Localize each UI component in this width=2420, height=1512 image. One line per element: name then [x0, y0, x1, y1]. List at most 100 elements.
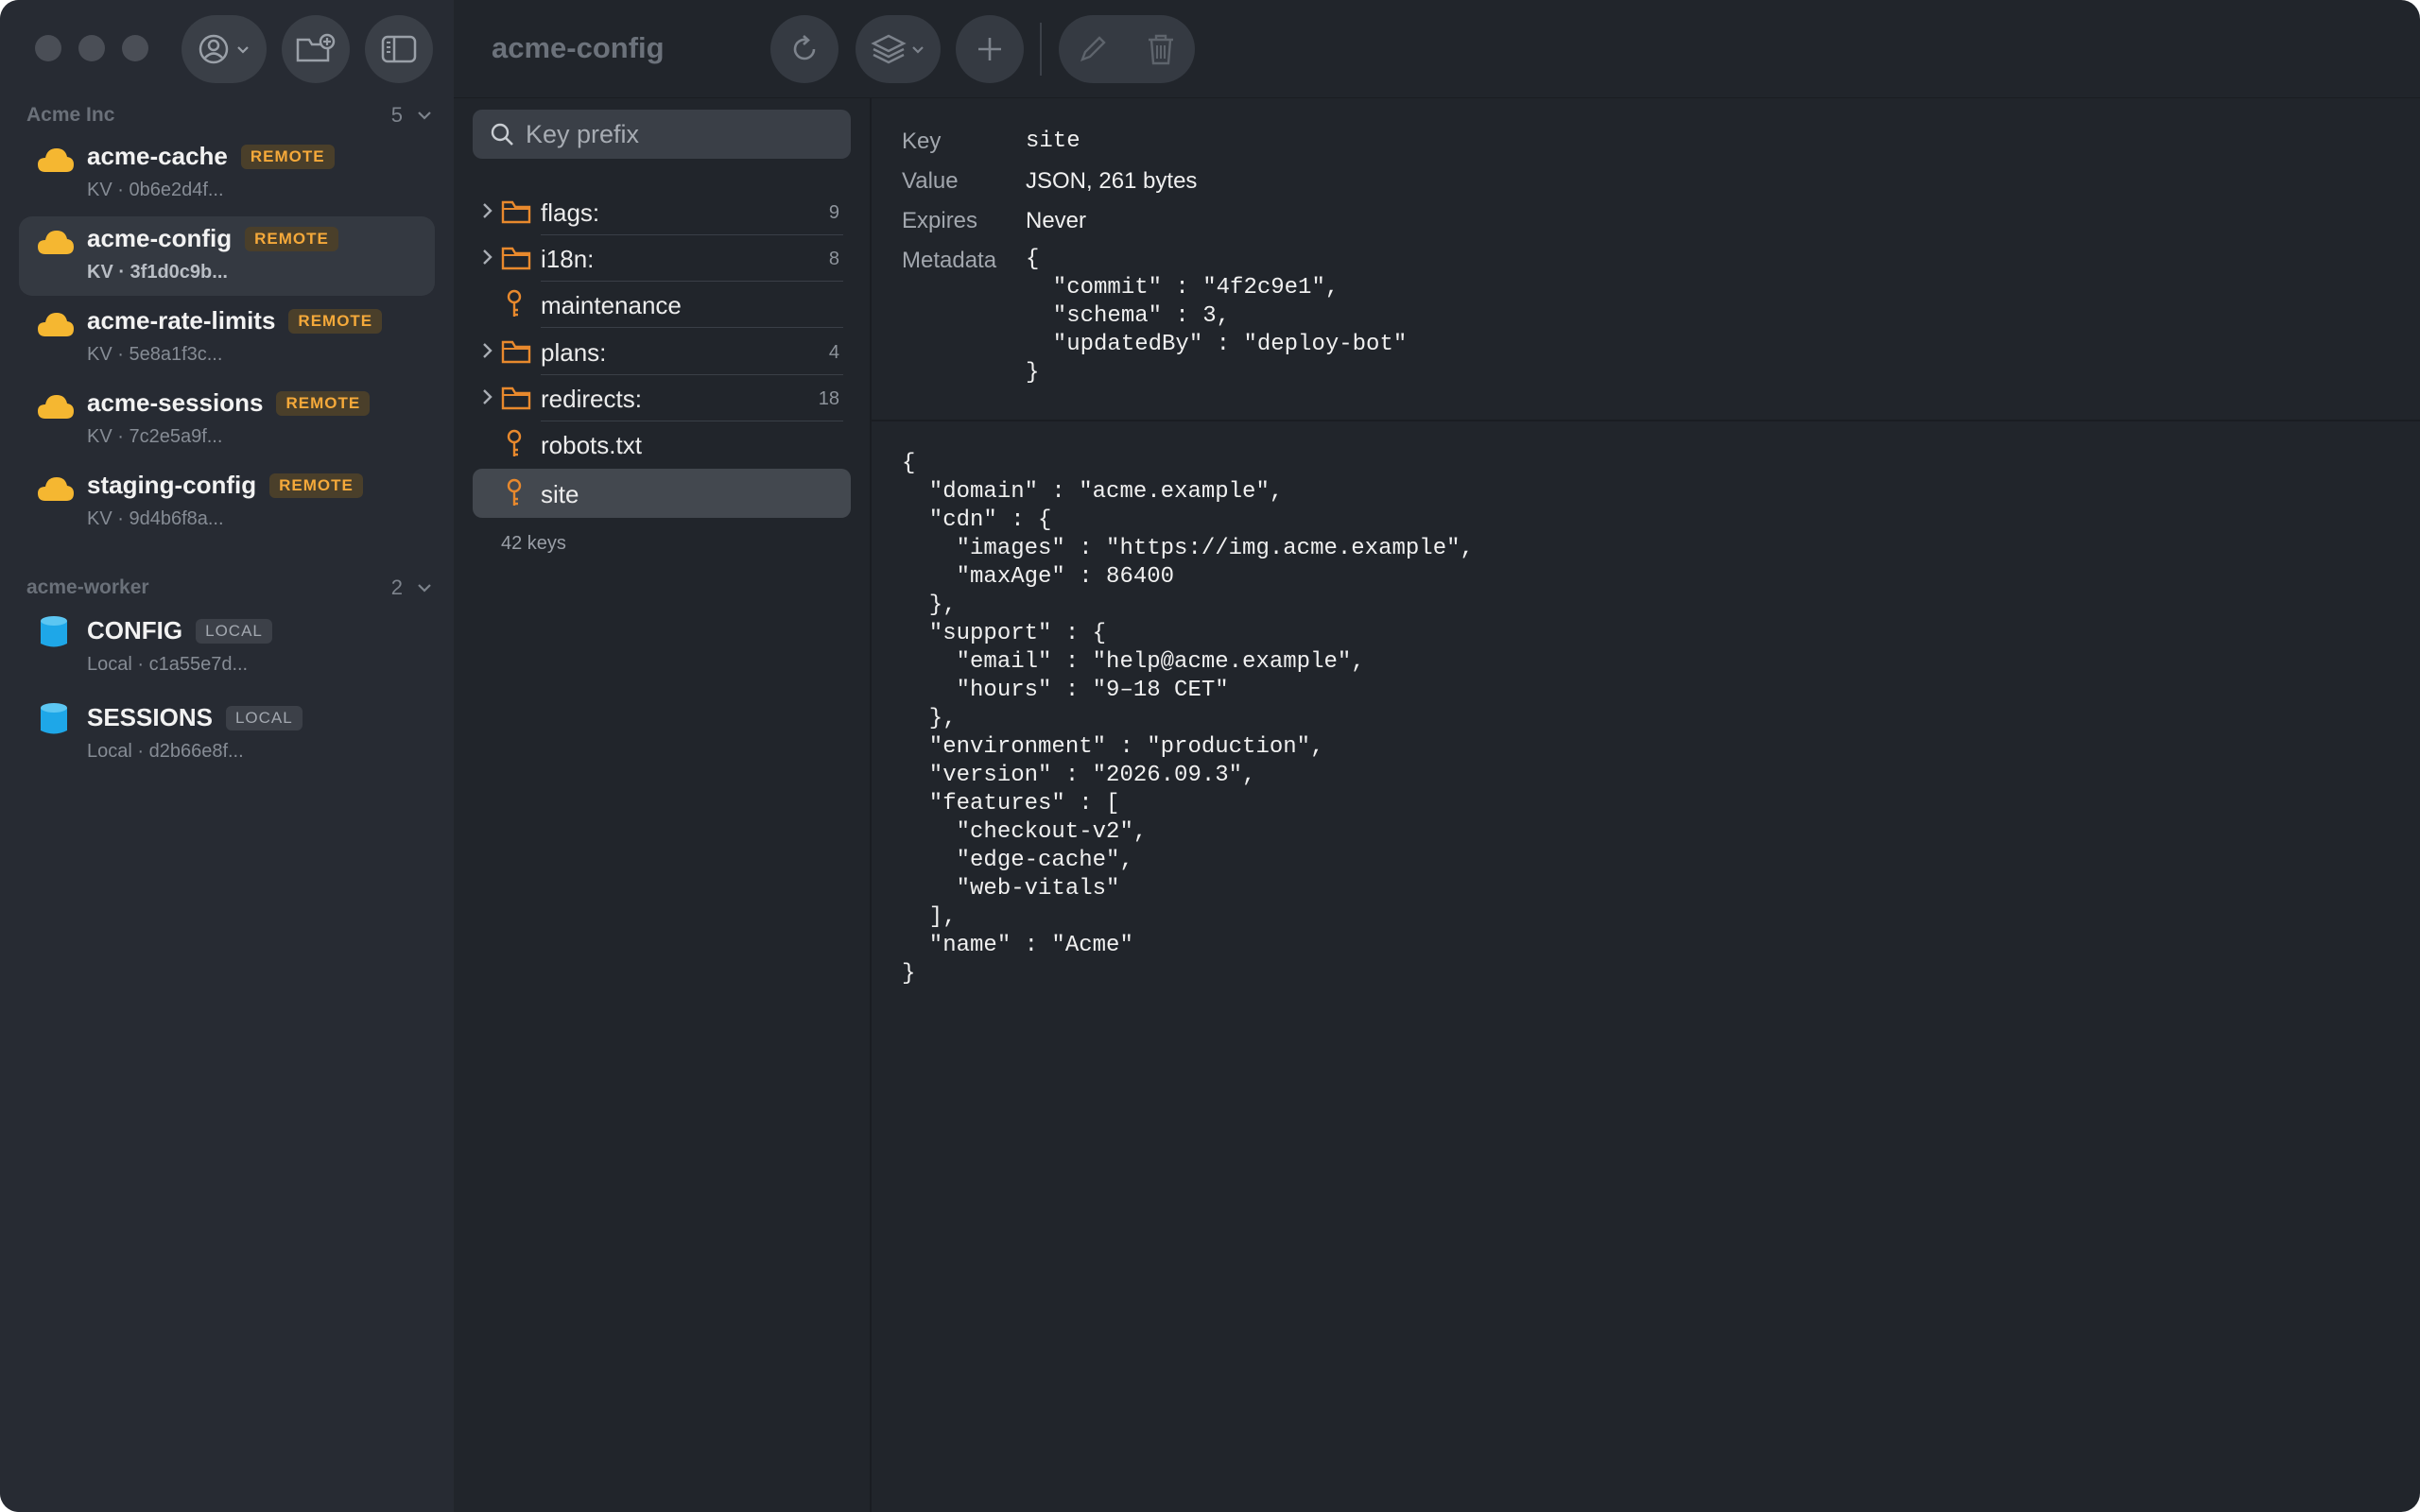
group-header-acme-worker[interactable]: acme-worker 2 [26, 573, 433, 603]
namespace-name: SESSIONS [87, 703, 213, 731]
value-type: JSON, 261 bytes [1026, 168, 1198, 194]
expires-label: Expires [902, 208, 978, 233]
sidebar: Acme Inc 5 acme-cache REMOTE KV · 0b6e2d… [0, 0, 454, 1512]
zoom-window-button[interactable] [122, 35, 148, 61]
namespace-subtitle: Local · c1a55e7d... [87, 654, 249, 675]
search-input[interactable]: Key prefix [526, 120, 639, 149]
key-label: plans: [541, 338, 607, 367]
key-value: site [1026, 129, 1080, 154]
delete-button[interactable] [1127, 15, 1195, 83]
add-icon [978, 38, 1001, 60]
namespace-item-config[interactable]: CONFIG LOCAL Local · c1a55e7d... [19, 609, 435, 688]
key-icon [507, 429, 522, 456]
edit-delete-group [1059, 15, 1195, 83]
group-name: acme-worker [26, 576, 149, 598]
chevron-right-icon [483, 389, 493, 404]
key-label: flags: [541, 198, 600, 227]
key-detail-panel: Key site Value JSON, 261 bytes Expires N… [872, 98, 2420, 1512]
key-count: 9 [828, 202, 839, 223]
key-folder-redirects[interactable]: redirects: 18 [473, 375, 851, 421]
key-icon [507, 478, 522, 506]
key-prefix-search[interactable]: Key prefix [473, 110, 851, 159]
namespace-item-sessions[interactable]: SESSIONS LOCAL Local · d2b66e8f... [19, 696, 435, 775]
key-label: robots.txt [541, 431, 642, 459]
detail-divider [872, 420, 2420, 421]
sidebar-toggle-button[interactable] [365, 15, 433, 83]
cloud-icon [38, 395, 74, 419]
namespace-subtitle: KV · 7c2e5a9f... [87, 426, 223, 447]
remote-badge: REMOTE [276, 390, 371, 416]
keys-list-panel: Key prefix flags: 9 i18n: 8 maintenance [454, 98, 871, 1512]
new-folder-icon [296, 33, 336, 62]
remote-badge: REMOTE [240, 144, 335, 169]
window-title: acme-config [492, 31, 665, 64]
cloud-icon [38, 231, 74, 254]
key-label: maintenance [541, 291, 682, 319]
edit-icon [1080, 36, 1106, 62]
edit-button[interactable] [1059, 15, 1127, 83]
minimize-window-button[interactable] [78, 35, 105, 61]
folder-icon [501, 340, 531, 364]
new-folder-button[interactable] [282, 15, 350, 83]
chevron-down-icon [418, 112, 431, 120]
key-count: 18 [818, 388, 839, 409]
namespace-item-acme-config[interactable]: acme-config REMOTE KV · 3f1d0c9b... [19, 216, 435, 296]
refresh-button[interactable] [770, 15, 838, 83]
metadata-label: Metadata [902, 248, 997, 273]
namespace-name: acme-config [87, 224, 233, 252]
key-folder-plans[interactable]: plans: 4 [473, 329, 851, 375]
namespace-name: CONFIG [87, 616, 183, 644]
account-menu-button[interactable] [182, 15, 267, 83]
group-count: 5 [390, 103, 403, 127]
namespace-item-staging-config[interactable]: staging-config REMOTE KV · 9d4b6f8a... [19, 463, 435, 542]
key-item-robots-txt[interactable]: robots.txt [473, 421, 851, 468]
refresh-icon [793, 35, 816, 60]
chevron-right-icon [483, 249, 493, 265]
cloud-icon [38, 477, 74, 501]
search-icon [491, 123, 513, 146]
namespace-item-acme-sessions[interactable]: acme-sessions REMOTE KV · 7c2e5a9f... [19, 381, 435, 460]
sidebar-toggle-icon [381, 35, 417, 63]
key-item-maintenance[interactable]: maintenance [473, 282, 851, 328]
group-name: Acme Inc [26, 104, 115, 126]
key-label: Key [902, 129, 942, 154]
key-total-count: 42 keys [501, 533, 566, 554]
key-item-site[interactable]: site [473, 469, 851, 518]
namespace-subtitle: KV · 9d4b6f8a... [87, 508, 224, 529]
layers-menu-button[interactable] [856, 15, 941, 83]
namespace-subtitle: Local · d2b66e8f... [87, 741, 244, 762]
cloud-icon [38, 313, 74, 336]
namespace-subtitle: KV · 3f1d0c9b... [87, 262, 228, 283]
trash-icon [1149, 34, 1173, 65]
key-count: 8 [828, 249, 839, 269]
local-badge: LOCAL [196, 618, 272, 644]
metadata-json[interactable]: { "commit" : "4f2c9e1", "schema" : 3, "u… [1026, 246, 1407, 387]
chevron-right-icon [483, 343, 493, 358]
folder-icon [501, 200, 531, 224]
namespace-subtitle: KV · 0b6e2d4f... [87, 180, 224, 200]
account-icon [199, 34, 229, 64]
namespace-item-acme-cache[interactable]: acme-cache REMOTE KV · 0b6e2d4f... [19, 134, 435, 214]
chevron-down-icon [418, 584, 431, 593]
namespace-item-acme-rate-limits[interactable]: acme-rate-limits REMOTE KV · 5e8a1f3c... [19, 299, 435, 378]
namespace-subtitle: KV · 5e8a1f3c... [87, 344, 223, 365]
namespace-name: acme-rate-limits [87, 306, 276, 335]
database-icon [41, 616, 67, 647]
key-count: 4 [828, 342, 839, 363]
key-folder-flags[interactable]: flags: 9 [473, 189, 851, 235]
cloud-icon [38, 148, 74, 172]
folder-icon [501, 387, 531, 410]
chevron-down-icon [912, 46, 924, 54]
remote-badge: REMOTE [269, 472, 363, 498]
add-key-button[interactable] [956, 15, 1024, 83]
database-icon [41, 703, 67, 734]
folder-icon [501, 247, 531, 270]
chevron-right-icon [483, 203, 493, 218]
close-window-button[interactable] [35, 35, 61, 61]
namespace-name: staging-config [87, 471, 257, 499]
group-header-acme-inc[interactable]: Acme Inc 5 [26, 100, 433, 130]
key-folder-i18n[interactable]: i18n: 8 [473, 235, 851, 282]
group-count: 2 [390, 576, 403, 599]
value-json-editor[interactable]: { "domain" : "acme.example", "cdn" : { "… [902, 450, 1474, 988]
remote-badge: REMOTE [245, 226, 338, 251]
